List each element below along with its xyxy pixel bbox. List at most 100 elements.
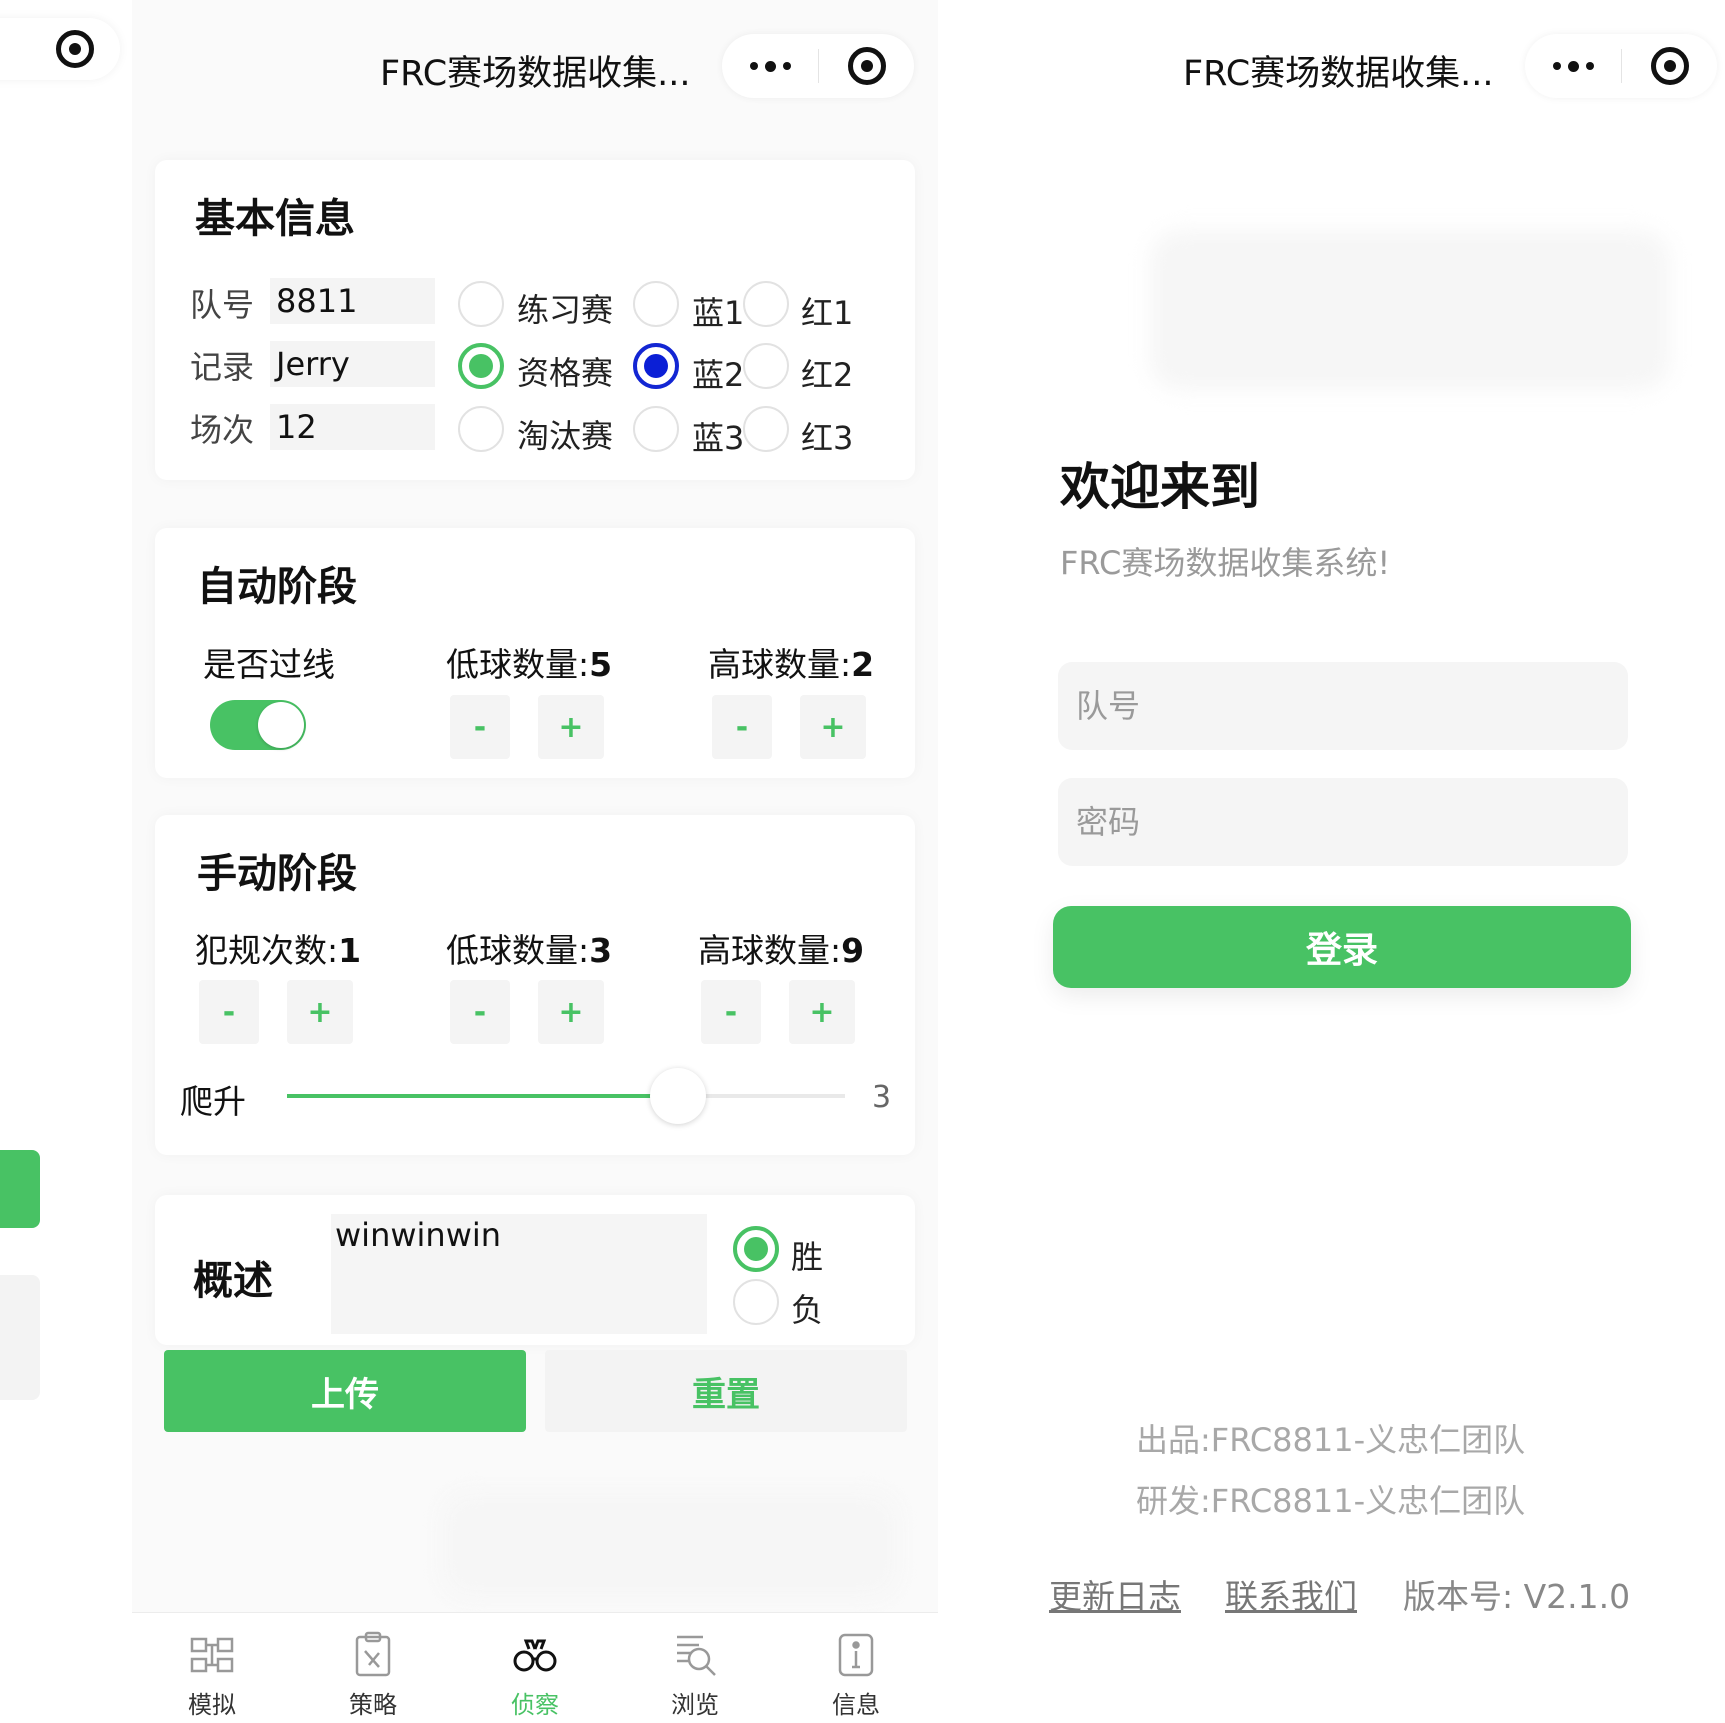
team-number-input[interactable]: 8811: [270, 278, 435, 324]
radio-lose-label: 负: [791, 1291, 824, 1329]
version-text: 版本号: V2.1.0: [1403, 1577, 1631, 1616]
radio-blue3[interactable]: [633, 406, 679, 452]
summary-textarea[interactable]: winwinwin: [331, 1214, 707, 1334]
strategy-icon: [349, 1631, 397, 1679]
radio-red1-label: 红1: [801, 294, 854, 332]
radio-qualification-label: 资格赛: [517, 354, 614, 392]
radio-win[interactable]: [733, 1226, 779, 1272]
tab-browse[interactable]: 浏览: [635, 1613, 755, 1723]
binoculars-icon: [511, 1631, 559, 1679]
radio-qualification[interactable]: [458, 343, 504, 389]
tab-bar: 模拟 策略 侦察 浏览 信息: [132, 1612, 938, 1723]
climb-value: 3: [872, 1080, 892, 1115]
radio-practice-label: 练习赛: [517, 291, 614, 329]
info-icon: [832, 1631, 880, 1679]
tab-scout[interactable]: 侦察: [475, 1613, 595, 1723]
auto-high-value: 2: [851, 645, 875, 684]
credit-producer: 出品:FRC8811-义忠仁团队: [1136, 1421, 1526, 1459]
teleop-high-label: 高球数量:9: [698, 931, 865, 970]
auto-low-value: 5: [589, 645, 613, 684]
more-icon[interactable]: [722, 60, 818, 72]
login-mini-program-capsule: [1525, 34, 1717, 98]
climb-label: 爬升: [180, 1082, 246, 1121]
radio-red3[interactable]: [743, 406, 789, 452]
prev-screen-green-block: [0, 1150, 40, 1228]
basic-info-title: 基本信息: [195, 196, 355, 242]
browse-icon: [671, 1631, 719, 1679]
radio-red2-label: 红2: [801, 356, 854, 394]
tab-info[interactable]: 信息: [796, 1613, 916, 1723]
welcome-subtitle: FRC赛场数据收集系统!: [1060, 544, 1391, 582]
match-label: 场次: [190, 411, 255, 449]
match-number-input[interactable]: 12: [270, 404, 435, 450]
changelog-link[interactable]: 更新日志: [1049, 1570, 1181, 1618]
auto-low-minus-button[interactable]: -: [450, 695, 510, 759]
radio-red2[interactable]: [743, 343, 789, 389]
login-close-target-icon[interactable]: [1622, 47, 1717, 85]
simulate-icon: [188, 1631, 236, 1679]
radio-elimination[interactable]: [458, 406, 504, 452]
summary-title: 概述: [193, 1258, 273, 1304]
teleop-high-minus-button[interactable]: -: [701, 980, 761, 1044]
teleop-title: 手动阶段: [197, 851, 357, 897]
auto-high-plus-button[interactable]: +: [800, 695, 866, 759]
radio-practice[interactable]: [458, 281, 504, 327]
tab-browse-label: 浏览: [671, 1691, 719, 1719]
foul-value: 1: [338, 931, 362, 970]
radio-blue2[interactable]: [633, 343, 679, 389]
login-team-input[interactable]: 队号: [1058, 662, 1628, 750]
cross-line-label: 是否过线: [203, 645, 335, 684]
teleop-low-label: 低球数量:3: [446, 931, 613, 970]
climb-slider-fill: [287, 1094, 678, 1098]
radio-red1[interactable]: [743, 281, 789, 327]
radio-blue1[interactable]: [633, 281, 679, 327]
foul-minus-button[interactable]: -: [199, 980, 259, 1044]
login-app-title: FRC赛场数据收集...: [1183, 54, 1494, 94]
login-more-icon[interactable]: [1525, 60, 1621, 72]
team-label: 队号: [190, 286, 255, 324]
teleop-low-plus-button[interactable]: +: [538, 980, 604, 1044]
recorder-label: 记录: [190, 348, 255, 386]
radio-elimination-label: 淘汰赛: [517, 417, 614, 455]
auto-low-plus-button[interactable]: +: [538, 695, 604, 759]
blurred-logo-area: [1150, 230, 1670, 390]
welcome-heading: 欢迎来到: [1060, 458, 1260, 516]
reset-button[interactable]: 重置: [545, 1350, 907, 1432]
recorder-input[interactable]: Jerry: [270, 341, 435, 387]
radio-blue2-label: 蓝2: [692, 356, 745, 394]
climb-slider[interactable]: [287, 1068, 845, 1124]
login-button[interactable]: 登录: [1053, 906, 1631, 988]
tab-strategy-label: 策略: [349, 1691, 397, 1719]
contact-link[interactable]: 联系我们: [1225, 1570, 1357, 1618]
auto-high-minus-button[interactable]: -: [712, 695, 772, 759]
close-target-icon[interactable]: [819, 47, 914, 85]
radio-blue1-label: 蓝1: [692, 294, 745, 332]
radio-blue3-label: 蓝3: [692, 419, 745, 457]
credit-developer: 研发:FRC8811-义忠仁团队: [1136, 1482, 1526, 1520]
app-title: FRC赛场数据收集...: [380, 54, 691, 94]
prev-screen-gray-block: [0, 1275, 40, 1400]
tab-info-label: 信息: [832, 1691, 880, 1719]
cross-line-toggle[interactable]: [210, 700, 306, 750]
auto-high-label: 高球数量:2: [708, 645, 875, 684]
foul-plus-button[interactable]: +: [287, 980, 353, 1044]
blurred-placeholder: [440, 1490, 900, 1600]
tab-scout-label: 侦察: [511, 1691, 559, 1719]
radio-win-label: 胜: [791, 1238, 824, 1276]
auto-title: 自动阶段: [197, 564, 357, 610]
teleop-high-value: 9: [841, 931, 865, 970]
tab-simulate[interactable]: 模拟: [152, 1613, 272, 1723]
radio-red3-label: 红3: [801, 419, 854, 457]
teleop-low-value: 3: [589, 931, 613, 970]
upload-button[interactable]: 上传: [164, 1350, 526, 1432]
foul-label: 犯规次数:1: [195, 931, 362, 970]
mini-program-capsule: [722, 34, 914, 98]
radio-lose[interactable]: [733, 1279, 779, 1325]
teleop-low-minus-button[interactable]: -: [450, 980, 510, 1044]
login-password-input[interactable]: 密码: [1058, 778, 1628, 866]
auto-low-label: 低球数量:5: [446, 645, 613, 684]
tab-strategy[interactable]: 策略: [313, 1613, 433, 1723]
teleop-high-plus-button[interactable]: +: [789, 980, 855, 1044]
climb-slider-thumb[interactable]: [649, 1068, 706, 1124]
tab-simulate-label: 模拟: [188, 1691, 236, 1719]
